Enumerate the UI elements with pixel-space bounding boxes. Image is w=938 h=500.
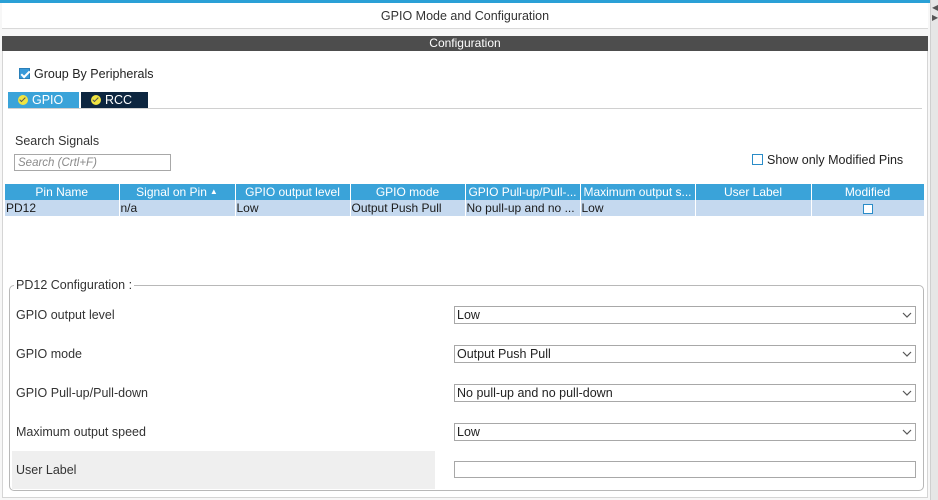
configuration-panel: Group By Peripherals GPIO RCC Search Sig… (2, 51, 928, 498)
gpio-mode-select[interactable]: Output Push Pull (454, 345, 916, 363)
column-header-pin-name[interactable]: Pin Name (5, 184, 120, 200)
tab-rcc[interactable]: RCC (81, 92, 148, 108)
collapse-strip[interactable]: ◀ ▶ (930, 0, 938, 500)
cell-pin-name[interactable]: PD12 (5, 200, 120, 216)
signals-table: Pin Name Signal on Pin ▲ GPIO output leve… (5, 184, 925, 216)
chevron-down-icon (902, 351, 912, 357)
cell-gpio-mode[interactable]: Output Push Pull (350, 200, 466, 216)
check-circle-icon (18, 95, 28, 105)
column-header-gpio-mode[interactable]: GPIO mode (350, 184, 466, 200)
sort-ascending-icon: ▲ (209, 187, 218, 196)
gpio-pull-label: GPIO Pull-up/Pull-down (16, 386, 149, 400)
modified-checkbox[interactable] (862, 203, 873, 214)
gpio-output-level-select[interactable]: Low (454, 306, 916, 324)
search-input[interactable] (14, 154, 171, 171)
gpio-pull-value: No pull-up and no pull-down (457, 386, 613, 400)
column-header-user-label[interactable]: User Label (695, 184, 812, 200)
max-output-speed-select[interactable]: Low (454, 423, 916, 441)
window-title: GPIO Mode and Configuration (2, 3, 928, 29)
column-header-gpio-pull[interactable]: GPIO Pull-up/Pull-... (465, 184, 581, 200)
cell-pull[interactable]: No pull-up and no ... (465, 200, 581, 216)
group-by-peripherals-option[interactable]: Group By Peripherals (19, 66, 154, 81)
chevron-down-icon (902, 429, 912, 435)
table-row[interactable]: PD12 n/a Low Output Push Pull No pull-up… (5, 200, 925, 216)
max-output-speed-value: Low (457, 425, 480, 439)
group-by-peripherals-label: Group By Peripherals (34, 66, 154, 81)
column-header-modified[interactable]: Modified (811, 184, 925, 200)
group-by-peripherals-checkbox[interactable] (19, 68, 30, 80)
gpio-mode-value: Output Push Pull (457, 347, 551, 361)
tab-rcc-label: RCC (105, 93, 133, 107)
table-header-row: Pin Name Signal on Pin ▲ GPIO output leve… (5, 184, 925, 200)
show-modified-pins-label: Show only Modified Pins (767, 152, 904, 167)
check-circle-icon (91, 95, 101, 105)
pin-configuration-group: PD12 Configuration : GPIO output level L… (9, 278, 924, 491)
column-header-signal-on-pin[interactable]: Signal on Pin ▲ (119, 184, 236, 200)
collapse-arrow-icon[interactable]: ◀ (932, 4, 938, 12)
gpio-output-level-label: GPIO output level (16, 308, 115, 322)
search-signals-label: Search Signals (15, 134, 100, 148)
gpio-pull-select[interactable]: No pull-up and no pull-down (454, 384, 916, 402)
pin-configuration-title: PD12 Configuration : (14, 278, 135, 292)
column-header-max-output-speed[interactable]: Maximum output s... (580, 184, 696, 200)
chevron-down-icon (902, 312, 912, 318)
show-modified-pins-option[interactable]: Show only Modified Pins (752, 152, 903, 167)
gpio-mode-label: GPIO mode (16, 347, 82, 361)
column-header-gpio-output-level[interactable]: GPIO output level (235, 184, 351, 200)
user-label-label: User Label (16, 463, 77, 477)
show-modified-pins-checkbox[interactable] (752, 154, 763, 166)
tab-gpio-label: GPIO (32, 93, 64, 107)
user-label-input[interactable] (454, 461, 916, 478)
chevron-down-icon (902, 390, 912, 396)
gpio-output-level-value: Low (457, 308, 480, 322)
cell-modified[interactable] (811, 200, 925, 216)
cell-user-label[interactable] (695, 200, 812, 216)
cell-max-speed[interactable]: Low (580, 200, 696, 216)
expand-arrow-icon[interactable]: ▶ (932, 14, 938, 22)
cell-output-level[interactable]: Low (235, 200, 351, 216)
cell-signal[interactable]: n/a (119, 200, 236, 216)
tabs-divider (8, 108, 922, 109)
tab-gpio[interactable]: GPIO (8, 92, 79, 108)
configuration-header: Configuration (2, 36, 928, 51)
max-output-speed-label: Maximum output speed (16, 425, 146, 439)
